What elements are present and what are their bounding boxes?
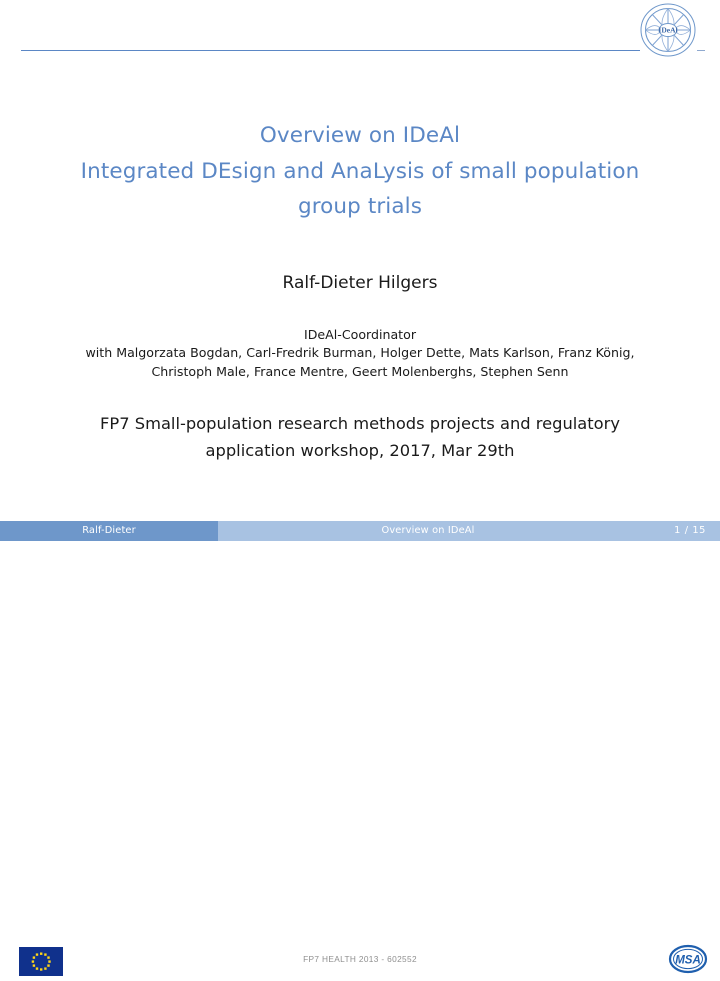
coauthors-line-1: with Malgorzata Bogdan, Carl-Fredrik Bur… bbox=[85, 345, 635, 361]
event-block: FP7 Small-population research methods pr… bbox=[0, 410, 720, 464]
slide-header: IDeAl bbox=[0, 0, 720, 62]
event-line-2: application workshop, 2017, Mar 29th bbox=[205, 441, 515, 460]
event-line-1: FP7 Small-population research methods pr… bbox=[100, 414, 620, 433]
svg-text:IDeAl: IDeAl bbox=[658, 26, 677, 35]
svg-text:MSA: MSA bbox=[675, 955, 701, 967]
grant-number-text: FP7 HEALTH 2013 - 602552 bbox=[303, 954, 417, 964]
msa-logo: MSA bbox=[668, 943, 708, 977]
title-line-2: Integrated DEsign and AnaLysis of small … bbox=[80, 158, 640, 184]
footer-author-label: Ralf-Dieter bbox=[82, 525, 136, 536]
header-divider-rule bbox=[21, 50, 640, 51]
footer-title-label: Overview on IDeAl bbox=[381, 525, 475, 536]
ideal-wheel-logo: IDeAl bbox=[639, 2, 697, 58]
title-line-3: group trials bbox=[297, 194, 423, 219]
coordinator-role: IDeAl-Coordinator bbox=[304, 327, 416, 342]
affiliation-block: IDeAl-Coordinator with Malgorzata Bogdan… bbox=[0, 326, 720, 381]
header-divider-rule-tail bbox=[697, 50, 705, 51]
footer-page-number: 1 / 15 bbox=[674, 525, 706, 536]
footer-bar: Ralf-Dieter Overview on IDeAl 1 / 15 bbox=[0, 521, 720, 541]
funding-strip: FP7 HEALTH 2013 - 602552 MSA bbox=[0, 470, 720, 976]
slide-root: IDeAl Overview on IDeAl Integrated DEsig… bbox=[0, 0, 720, 976]
author-name: Ralf-Dieter Hilgers bbox=[282, 273, 438, 293]
title-line-1: Overview on IDeAl bbox=[259, 123, 461, 148]
coauthors-line-2: Christoph Male, France Mentre, Geert Mol… bbox=[151, 363, 569, 379]
slide-title: Overview on IDeAl Integrated DEsign and … bbox=[0, 118, 720, 225]
